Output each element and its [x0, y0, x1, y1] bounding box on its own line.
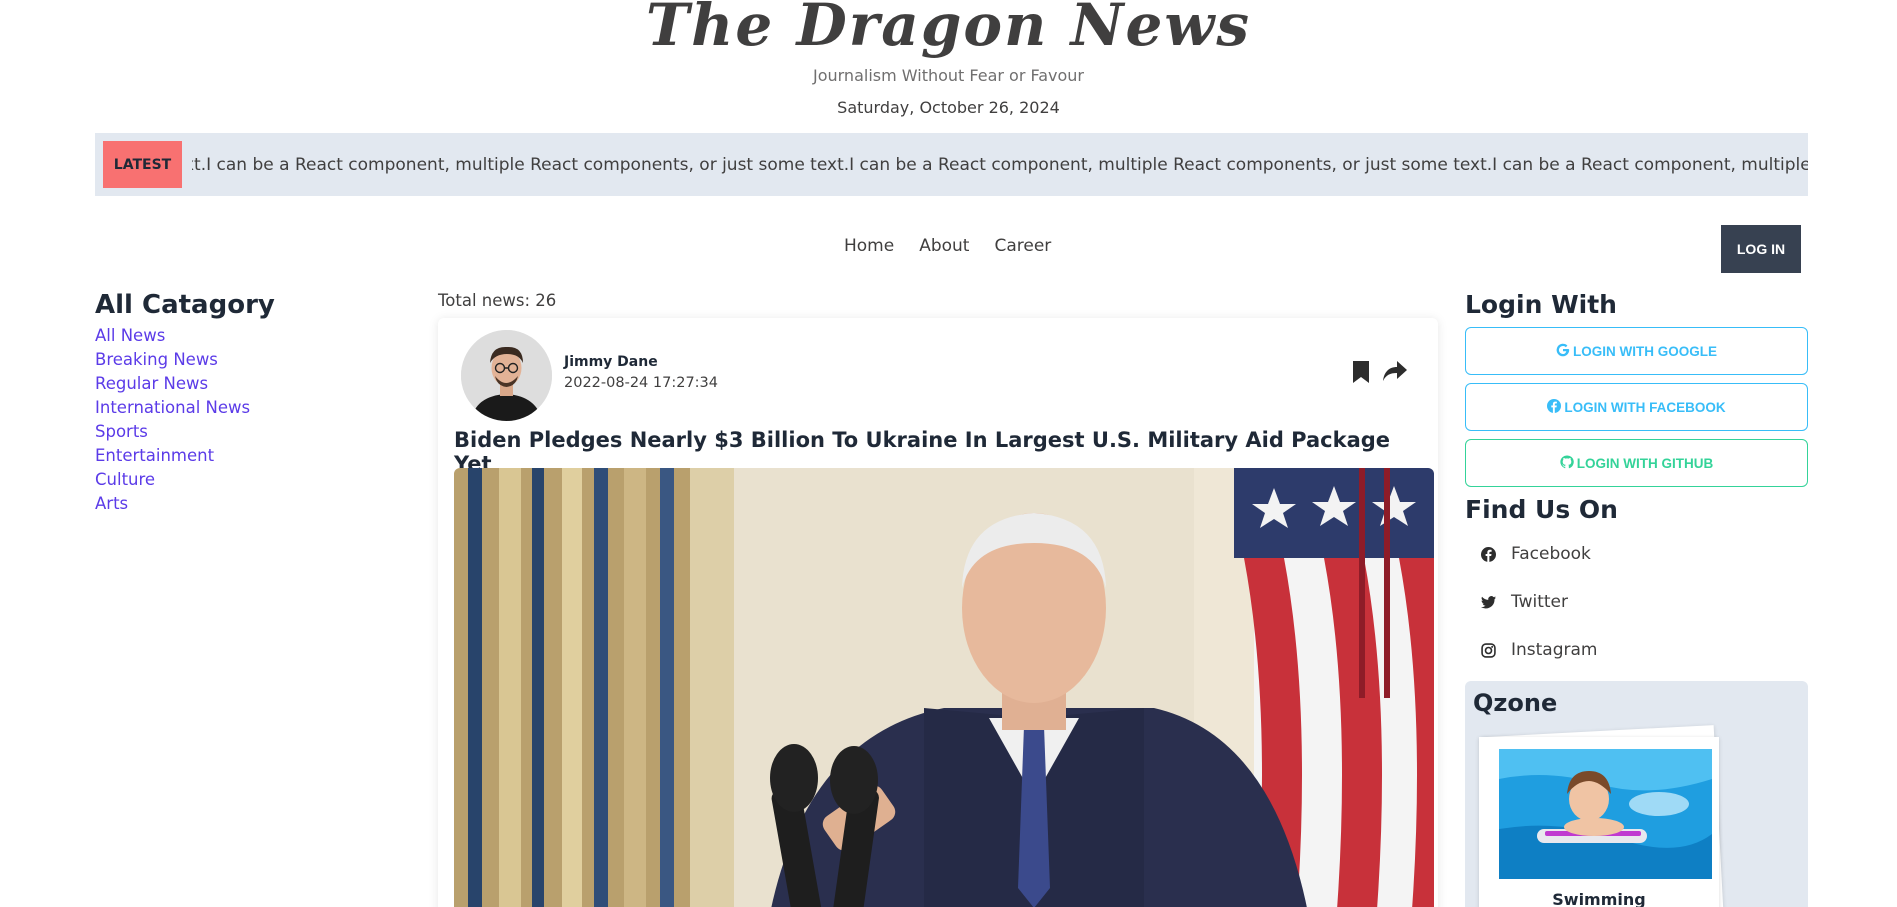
news-image[interactable] [454, 468, 1434, 907]
category-international-news[interactable]: International News [95, 396, 395, 420]
news-card: Jimmy Dane 2022-08-24 17:27:34 Biden Ple… [438, 318, 1438, 907]
category-culture[interactable]: Culture [95, 468, 395, 492]
find-us-twitter-label: Twitter [1511, 592, 1568, 612]
find-us-facebook[interactable]: Facebook [1465, 530, 1808, 578]
find-us-instagram[interactable]: Instagram [1465, 626, 1808, 674]
facebook-icon [1481, 546, 1496, 562]
google-icon [1556, 343, 1570, 360]
qzone-card[interactable]: Swimming [1479, 737, 1719, 907]
latest-news-bar: LATEST xt.I can be a React component, mu… [95, 133, 1808, 196]
category-arts[interactable]: Arts [95, 492, 395, 516]
login-facebook-label: LOGIN WITH FACEBOOK [1564, 399, 1726, 415]
author-avatar [461, 330, 552, 421]
login-github-label: LOGIN WITH GITHUB [1576, 455, 1714, 471]
card-actions [1352, 360, 1408, 384]
find-us-twitter[interactable]: Twitter [1465, 578, 1808, 626]
bookmark-icon[interactable] [1352, 360, 1370, 384]
qzone-image [1499, 749, 1712, 879]
find-us-title: Find Us On [1465, 495, 1618, 524]
category-all-news[interactable]: All News [95, 324, 395, 348]
find-us-list: Facebook Twitter Instagram [1465, 530, 1808, 674]
find-us-instagram-label: Instagram [1511, 640, 1598, 660]
category-entertainment[interactable]: Entertainment [95, 444, 395, 468]
twitter-icon [1481, 595, 1496, 610]
category-list: All News Breaking News Regular News Inte… [95, 324, 395, 516]
login-facebook-button[interactable]: LOGIN WITH FACEBOOK [1465, 383, 1808, 431]
author-photo [461, 330, 552, 421]
category-breaking-news[interactable]: Breaking News [95, 348, 395, 372]
category-regular-news[interactable]: Regular News [95, 372, 395, 396]
site-tagline: Journalism Without Fear or Favour [812, 66, 1084, 85]
category-sidebar: All Catagory All News Breaking News Regu… [95, 290, 395, 516]
publish-date: 2022-08-24 17:27:34 [564, 375, 718, 391]
right-sidebar: Login With LOGIN WITH GOOGLE LOGIN WITH … [1465, 290, 1808, 674]
ticker-text: xt.I can be a React component, multiple … [192, 154, 1808, 175]
author-name: Jimmy Dane [564, 354, 658, 370]
nav-about[interactable]: About [919, 236, 969, 256]
login-button[interactable]: LOG IN [1721, 225, 1801, 273]
nav-home[interactable]: Home [844, 236, 894, 256]
facebook-icon [1547, 398, 1562, 416]
total-news-count: Total news: 26 [438, 291, 557, 310]
qzone-caption: Swimming [1552, 890, 1646, 907]
site-title: The Dragon News [646, 0, 1251, 59]
login-google-button[interactable]: LOGIN WITH GOOGLE [1465, 327, 1808, 375]
instagram-icon [1481, 642, 1496, 658]
category-sports[interactable]: Sports [95, 420, 395, 444]
news-ticker: xt.I can be a React component, multiple … [192, 133, 1808, 196]
qzone-panel: Qzone Swimming [1465, 681, 1808, 907]
find-us-facebook-label: Facebook [1511, 544, 1591, 564]
latest-badge[interactable]: LATEST [103, 141, 182, 188]
category-title: All Catagory [95, 290, 275, 320]
github-icon [1560, 454, 1574, 472]
share-icon[interactable] [1382, 360, 1408, 384]
login-github-button[interactable]: LOGIN WITH GITHUB [1465, 439, 1808, 487]
main-nav: Home About Career [844, 236, 1051, 256]
qzone-title: Qzone [1473, 689, 1558, 717]
login-google-label: LOGIN WITH GOOGLE [1573, 343, 1717, 359]
current-date: Saturday, October 26, 2024 [837, 98, 1060, 117]
login-with-title: Login With [1465, 290, 1617, 319]
nav-career[interactable]: Career [994, 236, 1051, 256]
